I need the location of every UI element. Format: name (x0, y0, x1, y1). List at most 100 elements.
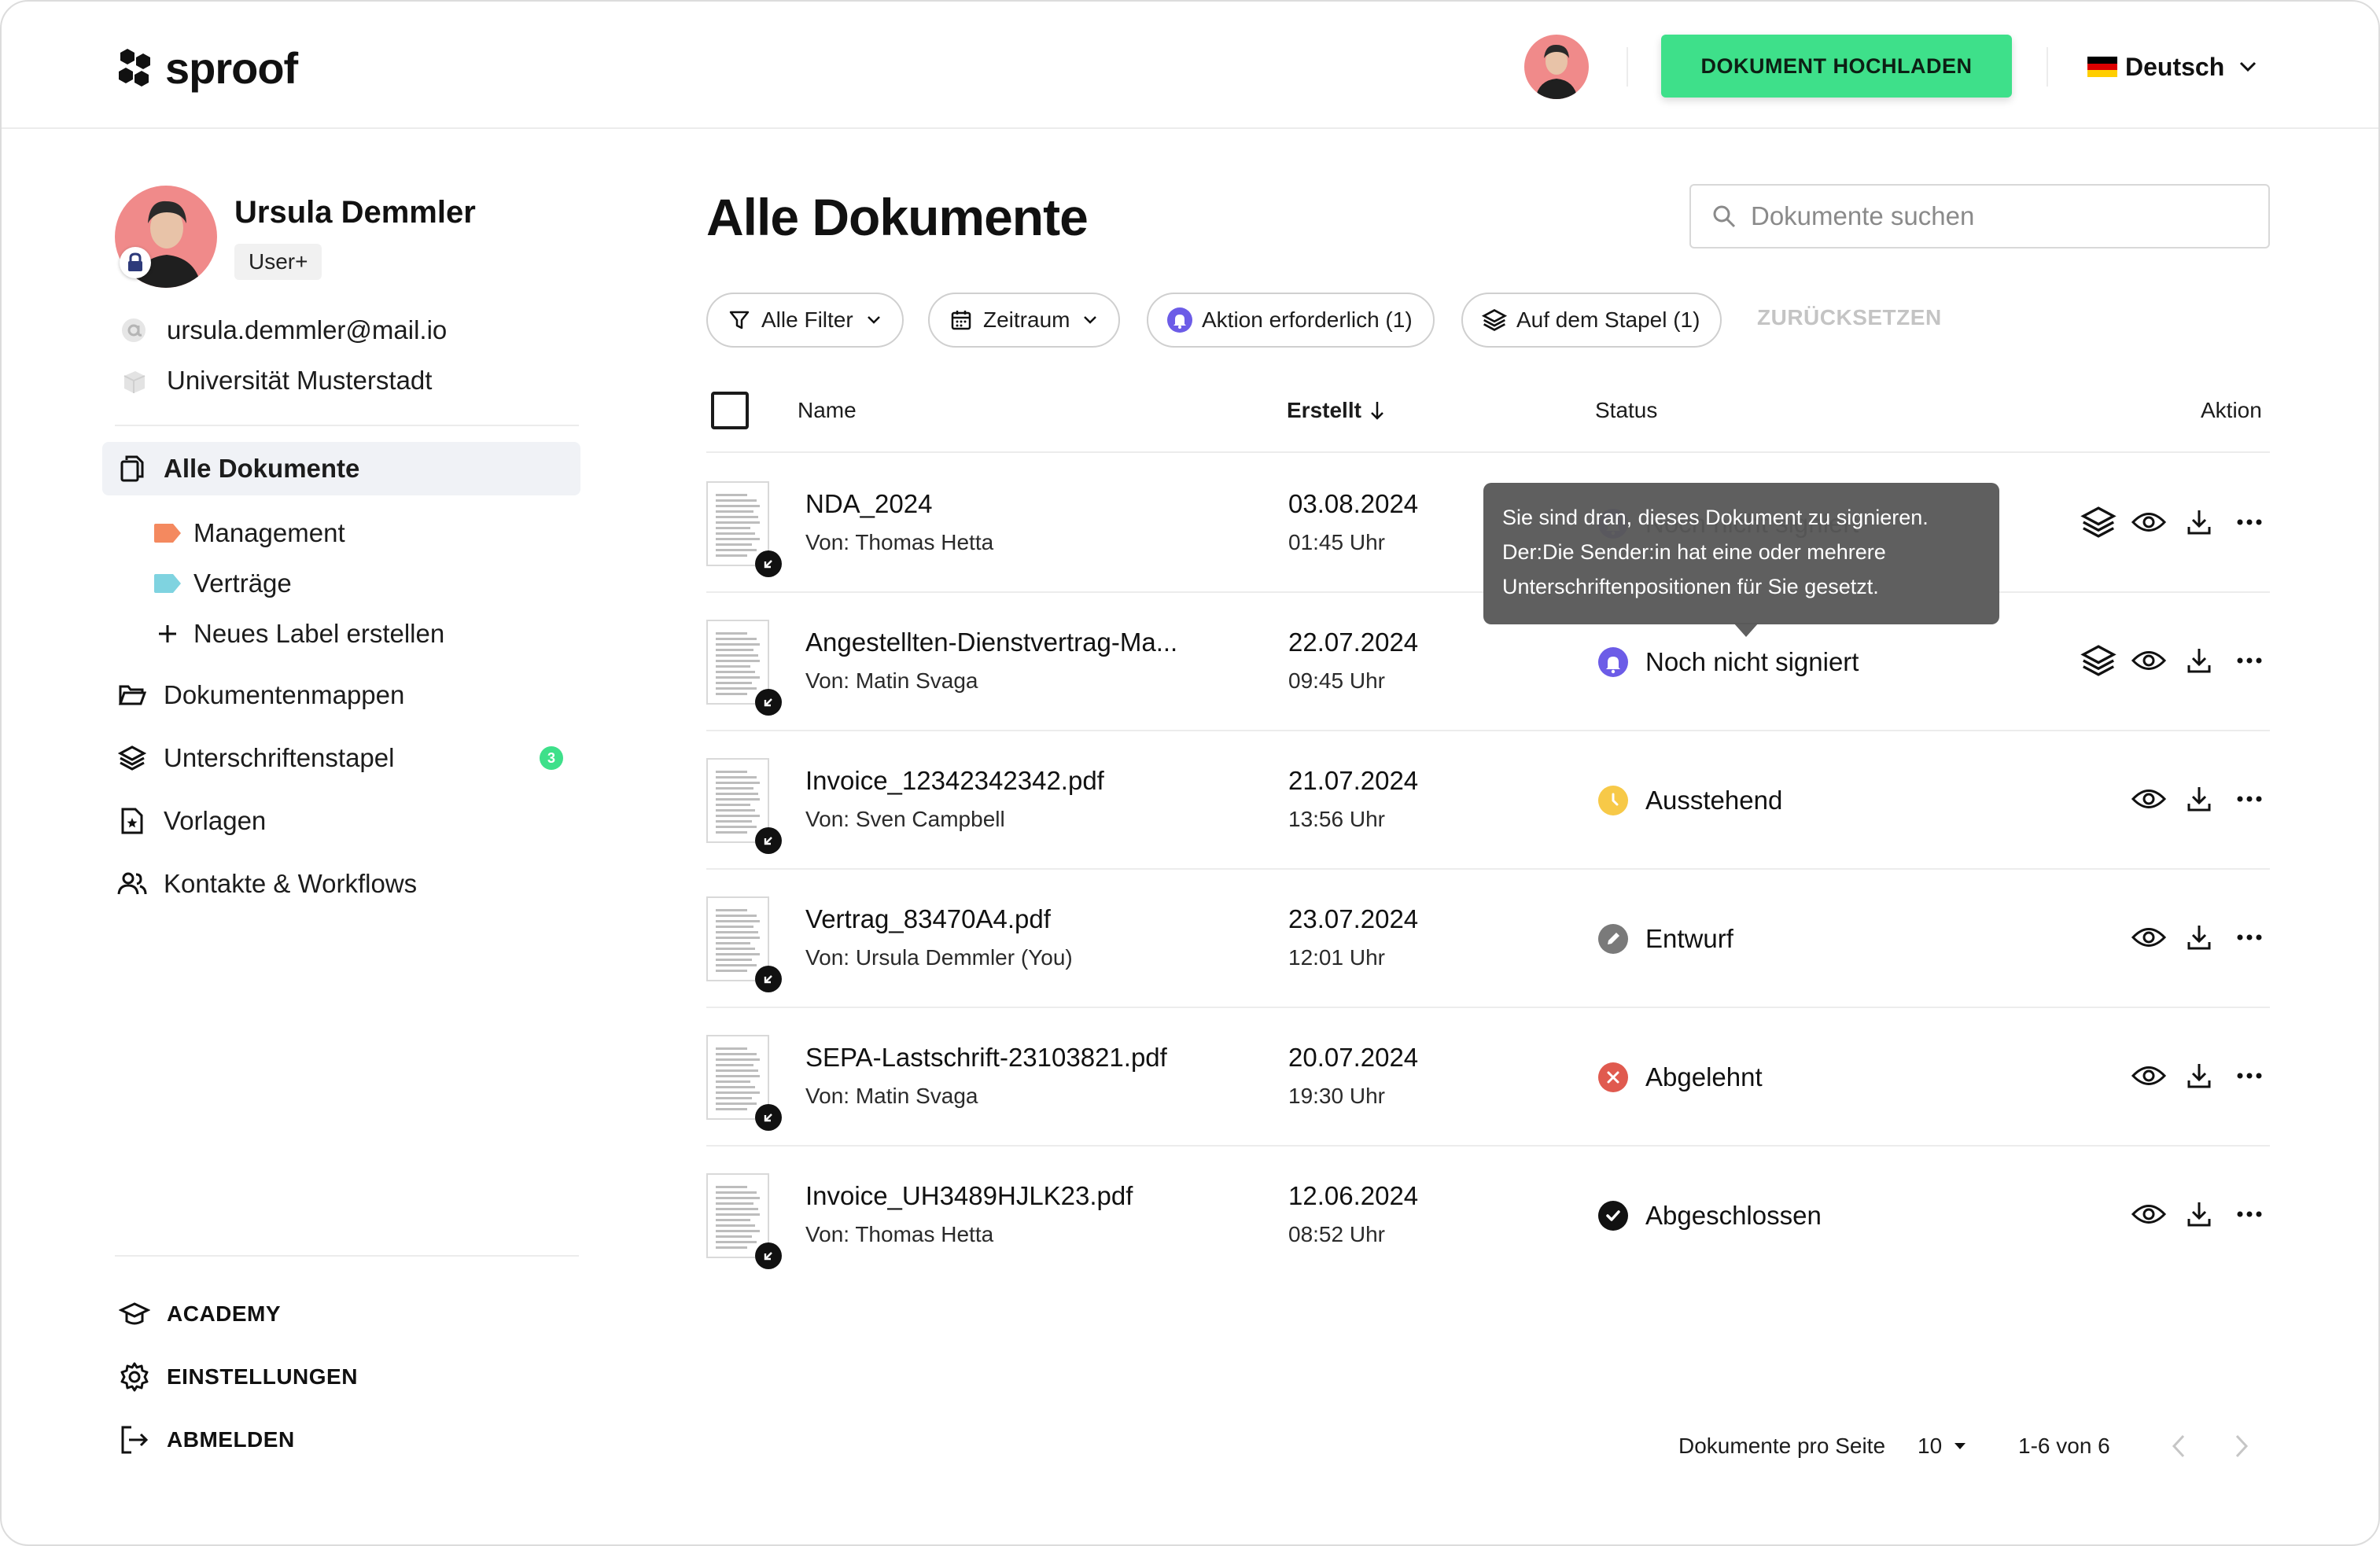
language-label: Deutsch (2125, 52, 2225, 81)
sidebar-divider (115, 425, 579, 426)
more-options-icon[interactable] (2229, 1194, 2270, 1235)
document-status: Abgeschlossen (1598, 1198, 1822, 1233)
sidebar-divider (115, 1255, 579, 1257)
language-select[interactable]: Deutsch (2087, 47, 2257, 87)
download-icon[interactable] (2179, 502, 2220, 543)
stack-icon (116, 742, 148, 774)
tooltip-line: Unterschriftenpositionen für Sie gesetzt… (1502, 575, 1879, 598)
bell-icon (1598, 647, 1628, 677)
logo[interactable]: sproof (115, 42, 298, 93)
sidebar-item-label: Unterschriftenstapel (164, 743, 395, 772)
document-sender: Von: Matin Svaga (805, 1084, 978, 1108)
document-time: 19:30 Uhr (1288, 1084, 1385, 1108)
chevron-down-icon (867, 316, 880, 324)
filter-on-stack-chip[interactable]: Auf dem Stapel (1) (1461, 293, 1722, 348)
document-time: 12:01 Uhr (1288, 945, 1385, 970)
eye-icon[interactable] (2128, 917, 2169, 958)
sidebar-item-all-documents[interactable]: Alle Dokumente (102, 442, 580, 495)
eye-icon[interactable] (2128, 1194, 2169, 1235)
previous-page-button[interactable] (2169, 1428, 2188, 1464)
next-page-button[interactable] (2232, 1428, 2251, 1464)
new-label-text: Neues Label erstellen (193, 619, 445, 648)
sidebar-label-management[interactable]: Management (154, 513, 345, 554)
status-label: Ausstehend (1645, 786, 1783, 815)
status-label: Abgeschlossen (1645, 1201, 1822, 1230)
document-name[interactable]: Angestellten-Dienstvertrag-Ma... (805, 628, 1177, 657)
table-row[interactable]: SEPA-Lastschrift-23103821.pdf Von: Matin … (706, 1007, 2270, 1145)
sidebar-item-academy[interactable]: ACADEMY (118, 1294, 281, 1334)
document-name[interactable]: Invoice_UH3489HJLK23.pdf (805, 1181, 1133, 1211)
filter-all-chip[interactable]: Alle Filter (706, 293, 904, 348)
logout-icon (118, 1423, 151, 1456)
download-icon[interactable] (2179, 917, 2220, 958)
reset-filters-link[interactable]: ZURÜCKSETZEN (1757, 305, 1942, 330)
document-date: 03.08.2024 (1288, 489, 1419, 518)
column-header-name[interactable]: Name (798, 395, 857, 426)
stack-icon[interactable] (2078, 502, 2119, 543)
table-row[interactable]: Invoice_12342342342.pdf Von: Sven Campbel… (706, 730, 2270, 868)
header-divider (2047, 47, 2048, 87)
upload-document-button[interactable]: DOKUMENT HOCHLADEN (1661, 35, 2012, 98)
document-name[interactable]: NDA_2024 (805, 489, 932, 519)
document-status: Noch nicht signiert (1598, 645, 1859, 679)
table-row[interactable]: Vertrag_83470A4.pdf Von: Ursula Demmler (… (706, 868, 2270, 1007)
download-icon[interactable] (2179, 1194, 2220, 1235)
eye-icon[interactable] (2128, 502, 2169, 543)
sidebar-item-label: Kontakte & Workflows (164, 869, 418, 898)
per-page-label: Dokumente pro Seite (1678, 1434, 1886, 1458)
sidebar-item-signature-stack[interactable]: Unterschriftenstapel 3 (102, 731, 580, 785)
eye-icon[interactable] (2128, 1055, 2169, 1096)
sidebar-item-folders[interactable]: Dokumentenmappen (102, 668, 580, 722)
document-name[interactable]: Invoice_12342342342.pdf (805, 766, 1104, 796)
stack-count-badge: 3 (540, 746, 563, 770)
sort-arrow-down-icon (1371, 402, 1383, 420)
eye-icon[interactable] (2128, 640, 2169, 681)
more-options-icon[interactable] (2229, 1055, 2270, 1096)
more-options-icon[interactable] (2229, 640, 2270, 681)
stack-icon[interactable] (2078, 640, 2119, 681)
top-bar: sproof DOKUMENT HOCHLADEN Deutsch (2, 2, 2378, 129)
row-actions (2119, 779, 2270, 819)
document-name[interactable]: Vertrag_83470A4.pdf (805, 904, 1051, 934)
document-date: 23.07.2024 (1288, 904, 1419, 933)
more-options-icon[interactable] (2229, 502, 2270, 543)
document-name[interactable]: SEPA-Lastschrift-23103821.pdf (805, 1043, 1167, 1073)
search-box[interactable] (1689, 184, 2270, 248)
filter-period-chip[interactable]: Zeitraum (928, 293, 1121, 348)
column-header-created[interactable]: Erstellt (1287, 395, 1385, 426)
document-sender: Von: Ursula Demmler (You) (805, 945, 1073, 970)
sidebar-item-contacts[interactable]: Kontakte & Workflows (102, 857, 580, 911)
download-icon[interactable] (2179, 640, 2220, 681)
search-input[interactable] (1751, 201, 2238, 231)
filter-action-required-chip[interactable]: Aktion erforderlich (1) (1147, 293, 1435, 348)
sidebar-item-logout[interactable]: ABMELDEN (118, 1420, 295, 1459)
clock-icon (1598, 786, 1628, 815)
select-all-checkbox[interactable] (711, 392, 749, 429)
per-page-select[interactable]: 10 (1918, 1428, 1967, 1464)
chip-label: Aktion erforderlich (1) (1202, 307, 1413, 332)
row-actions (2069, 640, 2270, 681)
more-options-icon[interactable] (2229, 779, 2270, 819)
download-icon[interactable] (2179, 1055, 2220, 1096)
new-label-button[interactable]: Neues Label erstellen (154, 613, 444, 654)
sidebar-item-templates[interactable]: Vorlagen (102, 794, 580, 848)
header-avatar[interactable] (1524, 35, 1589, 99)
document-date: 12.06.2024 (1288, 1181, 1419, 1210)
row-actions (2119, 1055, 2270, 1096)
column-header-created-label: Erstellt (1287, 398, 1361, 422)
download-icon[interactable] (2179, 779, 2220, 819)
logo-text: sproof (165, 42, 298, 93)
label-name: Verträge (193, 569, 292, 598)
lock-icon (120, 247, 151, 278)
sidebar-item-settings[interactable]: EINSTELLUNGEN (118, 1357, 358, 1397)
table-row[interactable]: Invoice_UH3489HJLK23.pdf Von: Thomas Hett… (706, 1145, 2270, 1283)
document-date: 22.07.2024 (1288, 628, 1419, 657)
eye-icon[interactable] (2128, 779, 2169, 819)
more-options-icon[interactable] (2229, 917, 2270, 958)
role-badge: User+ (234, 244, 322, 280)
sidebar-label-vertraege[interactable]: Verträge (154, 563, 292, 604)
row-actions (2119, 1194, 2270, 1235)
document-time: 13:56 Uhr (1288, 807, 1385, 831)
email-text: ursula.demmler@mail.io (167, 315, 448, 344)
chip-label: Zeitraum (983, 307, 1070, 332)
